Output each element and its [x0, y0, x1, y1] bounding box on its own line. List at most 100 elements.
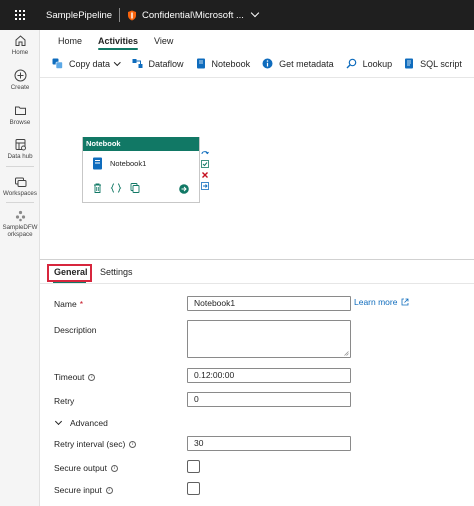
- callout-highlight-box: [47, 264, 92, 282]
- sensitivity-label[interactable]: Confidential\Microsoft ...: [142, 10, 244, 21]
- description-label: Description: [54, 325, 97, 335]
- rail-label-sample-workspace-line2: orkspace: [7, 231, 33, 238]
- rail-item-create[interactable]: Create: [0, 69, 40, 91]
- retry-label: Retry: [54, 396, 75, 406]
- code-braces-icon[interactable]: [110, 183, 122, 193]
- failure-connector-icon[interactable]: [201, 171, 209, 179]
- rail-label-workspaces: Workspaces: [3, 190, 37, 197]
- title-separator: [119, 8, 121, 22]
- external-link-icon: [402, 298, 409, 306]
- dataflow-button[interactable]: Dataflow: [132, 58, 184, 69]
- rail-item-data-hub[interactable]: Data hub: [0, 138, 40, 160]
- ribbon-tabs: Home Activities View: [40, 30, 474, 50]
- copy-data-button[interactable]: Copy data: [52, 58, 121, 69]
- activities-toolbar: Copy data Dataflow Notebook Get metadata…: [40, 50, 474, 78]
- rail-item-home[interactable]: Home: [0, 34, 40, 56]
- rail-item-workspaces[interactable]: Workspaces: [0, 175, 40, 197]
- title-bar: SamplePipeline Confidential\Microsoft ..…: [0, 0, 474, 30]
- advanced-label: Advanced: [70, 418, 108, 428]
- data-hub-icon: [15, 139, 26, 151]
- home-icon: [15, 35, 25, 46]
- rail-item-browse[interactable]: Browse: [0, 104, 40, 126]
- retry-interval-input[interactable]: 30: [187, 436, 351, 451]
- copy-data-label: Copy data: [69, 58, 111, 69]
- info-icon[interactable]: i: [88, 373, 96, 381]
- secure-input-label-text: Secure input: [54, 485, 102, 495]
- panel-divider[interactable]: [40, 259, 474, 260]
- info-icon[interactable]: i: [110, 464, 118, 472]
- left-nav-rail: Home Create Browse Data hub Workspaces S…: [0, 30, 40, 506]
- notebook-icon: [196, 58, 205, 69]
- retry-input[interactable]: 0: [187, 392, 351, 407]
- timeout-label-text: Timeout: [54, 372, 85, 382]
- retry-interval-label: Retry interval (sec) i: [54, 439, 137, 449]
- tab-view[interactable]: View: [146, 36, 181, 50]
- tab-home[interactable]: Home: [50, 36, 90, 50]
- tab-activities[interactable]: Activities: [90, 36, 146, 50]
- secure-input-label: Secure input i: [54, 485, 113, 495]
- activity-name: Notebook1: [110, 159, 147, 168]
- rail-label-browse: Browse: [9, 119, 31, 126]
- name-label-text: Name: [54, 299, 77, 309]
- rail-separator: [6, 202, 34, 203]
- notebook-label: Notebook: [211, 58, 251, 69]
- get-metadata-button[interactable]: Get metadata: [262, 58, 334, 69]
- activity-type-label: Notebook: [83, 137, 199, 151]
- notebook-button[interactable]: Notebook: [196, 58, 251, 69]
- sql-script-button[interactable]: SQL script: [404, 58, 462, 69]
- info-icon[interactable]: i: [129, 440, 137, 448]
- timeout-input[interactable]: 0.12:00:00: [187, 368, 351, 383]
- pipeline-title[interactable]: SamplePipeline: [46, 10, 112, 21]
- rail-label-data-hub: Data hub: [7, 153, 33, 160]
- lookup-button[interactable]: Lookup: [346, 58, 393, 69]
- workspace-icon: [15, 210, 25, 222]
- app-launcher-button[interactable]: [0, 0, 40, 30]
- info-icon: [262, 58, 273, 69]
- waffle-icon: [15, 10, 25, 20]
- advanced-toggle[interactable]: Advanced: [54, 417, 108, 428]
- rail-item-sample-workspace[interactable]: SampleDFW orkspace: [0, 209, 40, 238]
- name-input[interactable]: Notebook1: [187, 296, 351, 311]
- required-marker: *: [79, 299, 83, 309]
- secure-input-checkbox[interactable]: [187, 482, 200, 495]
- pipeline-canvas[interactable]: Notebook Notebook1: [40, 79, 474, 259]
- resize-grip-icon[interactable]: [344, 351, 349, 356]
- tab-settings[interactable]: Settings: [100, 267, 133, 277]
- notebook-icon: [93, 157, 102, 170]
- success-connector-icon[interactable]: [201, 160, 209, 168]
- activity-output-connectors: [201, 149, 209, 190]
- rail-label-sample-workspace-line1: SampleDFW: [2, 224, 38, 231]
- rail-label-create: Create: [10, 84, 30, 91]
- chevron-down-icon: [54, 417, 63, 426]
- lookup-label: Lookup: [362, 58, 393, 69]
- info-icon[interactable]: i: [105, 486, 113, 494]
- copy-icon[interactable]: [130, 183, 140, 193]
- notebook-activity-card[interactable]: Notebook Notebook1: [82, 137, 200, 203]
- folder-icon: [14, 106, 26, 115]
- workspaces-icon: [14, 177, 26, 187]
- name-label: Name *: [54, 299, 83, 309]
- skip-connector-icon[interactable]: [201, 149, 209, 157]
- rail-label-home: Home: [11, 49, 29, 56]
- dataflow-label: Dataflow: [148, 58, 184, 69]
- sql-script-icon: [405, 58, 414, 69]
- chevron-down-icon: [114, 58, 121, 66]
- rail-separator: [6, 166, 34, 167]
- secure-output-checkbox[interactable]: [187, 460, 200, 473]
- delete-icon[interactable]: [93, 183, 102, 193]
- dataflow-icon: [132, 59, 143, 68]
- learn-more-label: Learn more: [354, 297, 398, 307]
- chevron-down-icon[interactable]: [250, 8, 260, 18]
- get-metadata-label: Get metadata: [279, 58, 334, 69]
- learn-more-link[interactable]: Learn more: [354, 297, 409, 307]
- description-textarea[interactable]: [187, 320, 351, 358]
- lookup-icon: [346, 58, 356, 69]
- go-arrow-icon[interactable]: [179, 184, 189, 194]
- sensitivity-shield-icon: [127, 10, 137, 21]
- secure-output-label-text: Secure output: [54, 463, 107, 473]
- timeout-label: Timeout i: [54, 372, 96, 382]
- properties-tabs: General Settings: [40, 262, 474, 284]
- sql-script-label: SQL script: [420, 58, 462, 69]
- retry-interval-label-text: Retry interval (sec): [54, 439, 126, 449]
- completion-connector-icon[interactable]: [201, 182, 209, 190]
